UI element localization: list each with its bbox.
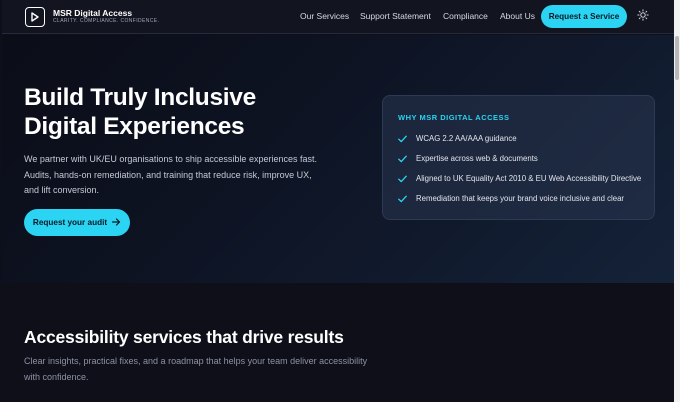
why-item-text: Expertise across web & documents: [416, 154, 538, 163]
nav-support-statement[interactable]: Support Statement: [360, 11, 431, 21]
request-audit-label: Request your audit: [32, 218, 108, 227]
brand-name[interactable]: MSR Digital Access: [53, 8, 132, 18]
hero-title: Build Truly Inclusive Digital Experience…: [24, 83, 324, 141]
hero-title-line-2: Digital Experiences: [24, 113, 245, 140]
why-item: WCAG 2.2 AA/AAA guidance: [398, 134, 517, 143]
request-audit-button[interactable]: Request your audit: [24, 209, 130, 236]
hero-title-line-1: Build Truly Inclusive: [24, 84, 256, 111]
arrow-right-icon: [111, 217, 121, 228]
hero-section: Build Truly Inclusive Digital Experience…: [2, 35, 674, 283]
scrollbar-thumb[interactable]: [675, 36, 679, 80]
why-item-text: Remediation that keeps your brand voice …: [416, 194, 625, 203]
nav-compliance[interactable]: Compliance: [443, 11, 488, 21]
why-card: WHY MSR DIGITAL ACCESS WCAG 2.2 AA/AAA g…: [382, 95, 655, 220]
checkmark-icon: [398, 134, 407, 143]
services-description: Clear insights, practical fixes, and a r…: [24, 356, 368, 382]
services-title: Accessibility services that drive result…: [24, 327, 344, 347]
checkmark-icon: [398, 154, 407, 163]
sun-icon: [637, 8, 649, 26]
why-item-text: Aligned to UK Equality Act 2010 & EU Web…: [416, 174, 642, 183]
why-item: Expertise across web & documents: [398, 154, 538, 163]
why-item: Aligned to UK Equality Act 2010 & EU Web…: [398, 174, 641, 183]
site-header: MSR Digital Access CLARITY. COMPLIANCE. …: [2, 0, 674, 34]
page: MSR Digital Access CLARITY. COMPLIANCE. …: [2, 0, 674, 402]
why-item: Remediation that keeps your brand voice …: [398, 194, 624, 203]
checkmark-icon: [398, 174, 407, 183]
request-service-button[interactable]: Request a Service: [541, 5, 627, 28]
hero-description: We partner with UK/EU organisations to s…: [24, 154, 317, 195]
logo-mark-icon[interactable]: [25, 7, 45, 27]
why-card-title: WHY MSR DIGITAL ACCESS: [398, 113, 510, 122]
brand-tagline: CLARITY. COMPLIANCE. CONFIDENCE.: [53, 18, 160, 24]
why-item-text: WCAG 2.2 AA/AAA guidance: [416, 134, 517, 143]
nav-our-services[interactable]: Our Services: [300, 11, 349, 21]
theme-toggle-button[interactable]: [635, 9, 651, 25]
nav-about-us[interactable]: About Us: [500, 11, 535, 21]
checkmark-icon: [398, 194, 407, 203]
